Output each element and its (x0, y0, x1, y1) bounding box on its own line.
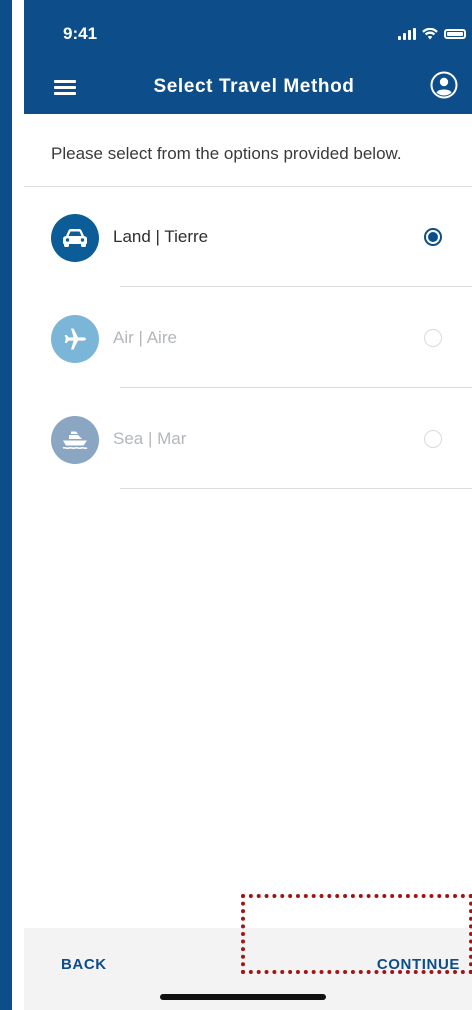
wifi-icon (422, 28, 438, 40)
option-label: Land | Tierre (113, 227, 209, 246)
home-indicator (160, 994, 326, 1000)
status-icons (398, 28, 466, 40)
option-land[interactable]: Land | Tierre (24, 187, 472, 287)
account-icon[interactable] (430, 71, 458, 99)
radio-unselected[interactable] (424, 430, 442, 448)
status-time: 9:41 (63, 24, 98, 43)
instruction-text: Please select from the options provided … (51, 144, 402, 163)
airplane-icon (51, 315, 99, 363)
divider (120, 387, 472, 388)
signal-icon (398, 28, 416, 40)
boat-icon (51, 416, 99, 464)
option-sea[interactable]: Sea | Mar (24, 389, 472, 489)
page-title: Select Travel Method (153, 76, 355, 97)
option-label: Sea | Mar (113, 429, 187, 448)
divider (120, 488, 472, 489)
radio-unselected[interactable] (424, 329, 442, 347)
back-button[interactable]: BACK (61, 956, 107, 973)
app-header: 9:41 Select Travel Method (24, 0, 472, 114)
continue-highlight-box (241, 894, 472, 974)
car-icon (51, 214, 99, 262)
divider (120, 286, 472, 287)
option-label: Air | Aire (113, 328, 177, 347)
app-frame: 9:41 Select Travel Method Please select … (0, 0, 472, 1010)
radio-selected[interactable] (424, 228, 442, 246)
option-air[interactable]: Air | Aire (24, 288, 472, 388)
battery-icon (444, 29, 466, 39)
